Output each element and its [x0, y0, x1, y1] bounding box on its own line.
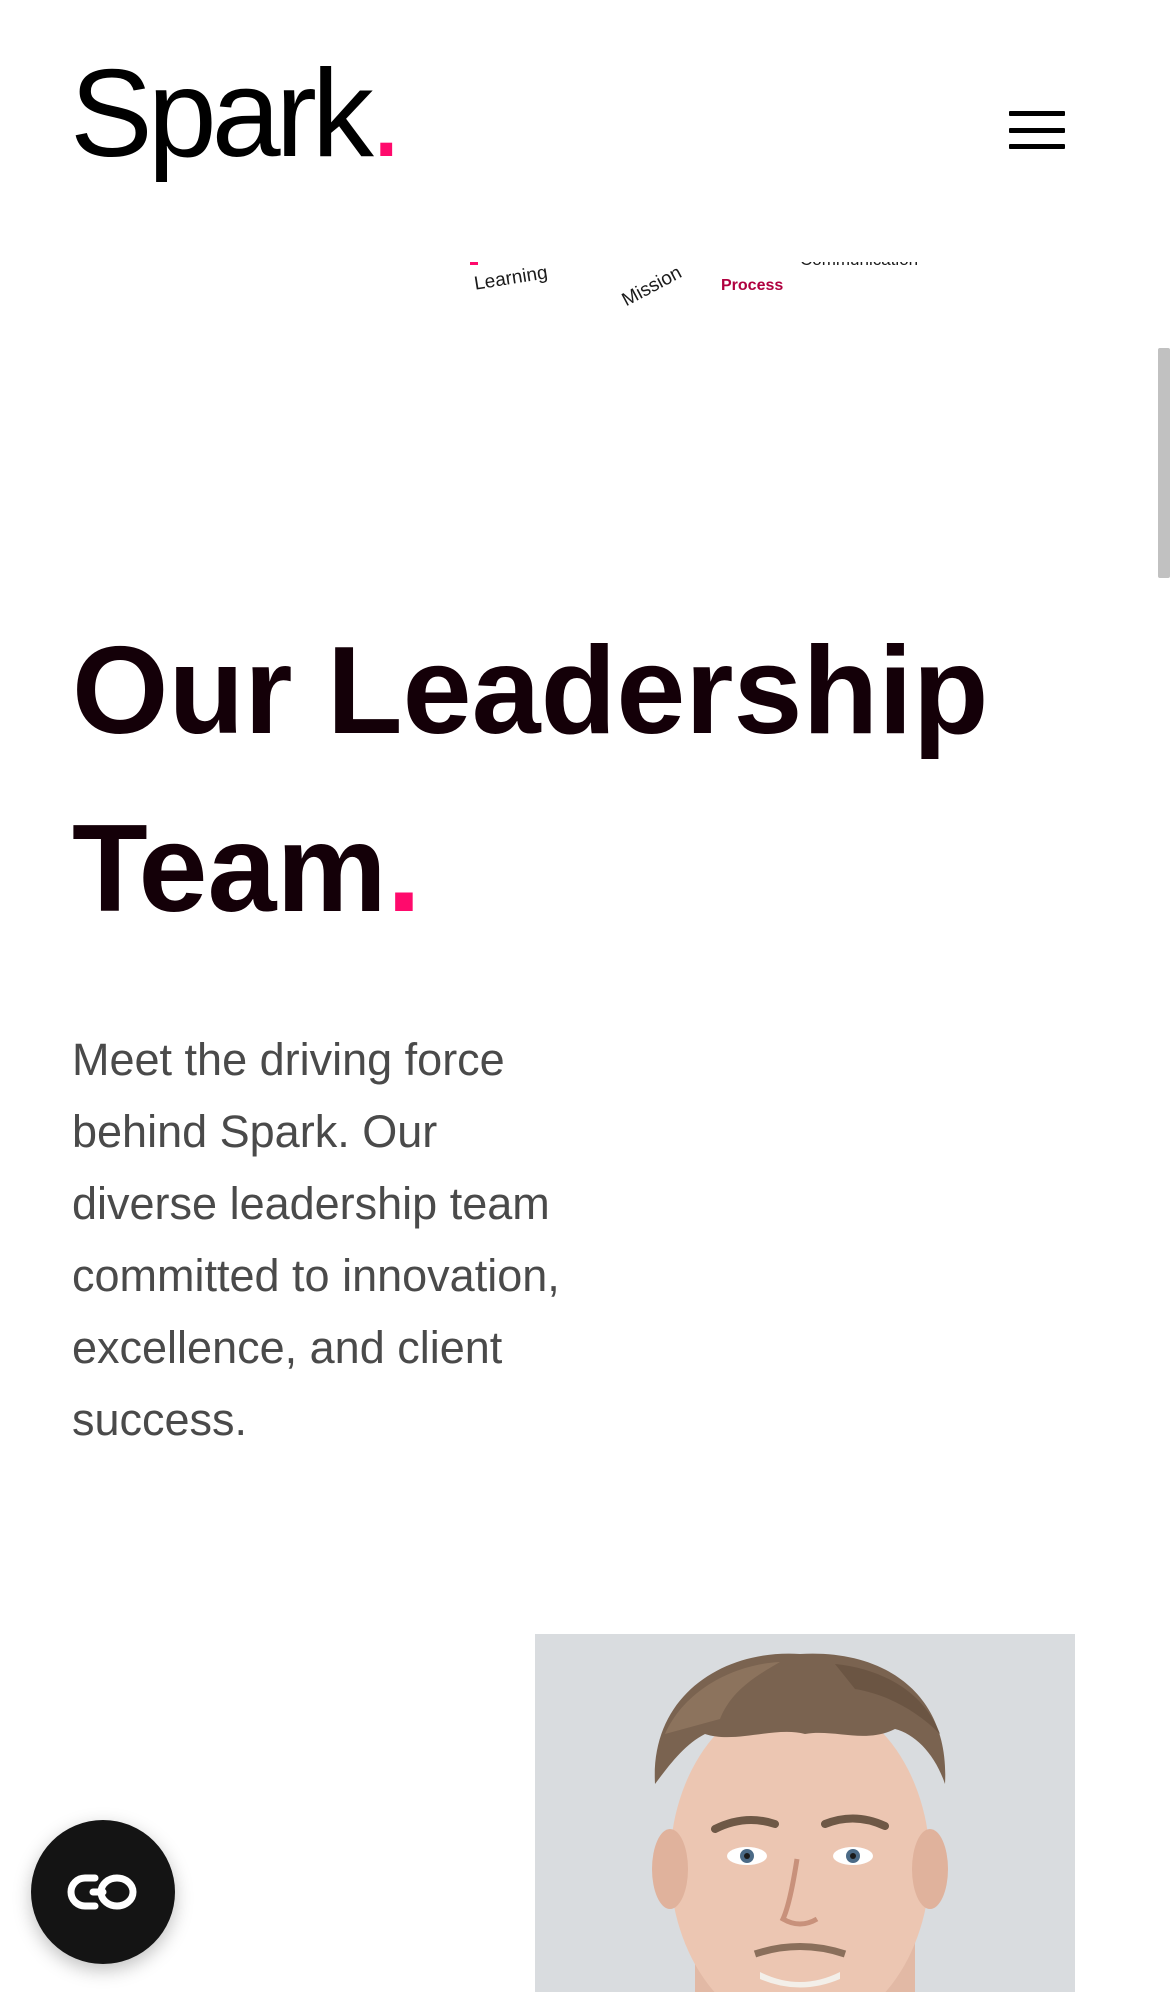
title-line-1: Our Leadership [72, 622, 989, 760]
menu-line [1009, 111, 1065, 116]
chat-button[interactable] [31, 1820, 175, 1964]
page: Spark. Learning Mission Process Communic… [0, 0, 1170, 1992]
menu-line [1009, 144, 1065, 149]
title-line-2: Team [72, 800, 387, 938]
hamburger-menu-icon[interactable] [1008, 108, 1066, 152]
word-process: Process [721, 277, 784, 294]
portrait-illustration [535, 1634, 1075, 1992]
intro-paragraph: Meet the driving force behind Spark. Our… [72, 1034, 560, 1445]
page-title: Our Leadership Team. [72, 602, 1112, 958]
menu-line [1009, 127, 1065, 133]
logo-dot: . [368, 45, 404, 183]
word-mission: Mission [618, 262, 686, 311]
logo-text: Spark [70, 45, 374, 183]
word-cloud: Learning Mission Process Communication [0, 262, 1170, 322]
word-communication: Communication [800, 262, 918, 270]
team-member-photo [535, 1634, 1075, 1992]
chat-link-icon [67, 1874, 137, 1910]
word-accent-mark [470, 262, 478, 265]
brand-logo[interactable]: Spark. [70, 52, 403, 176]
title-dot: . [386, 800, 422, 938]
scrollbar-thumb[interactable] [1158, 348, 1170, 578]
word-learning: Learning [472, 262, 550, 295]
